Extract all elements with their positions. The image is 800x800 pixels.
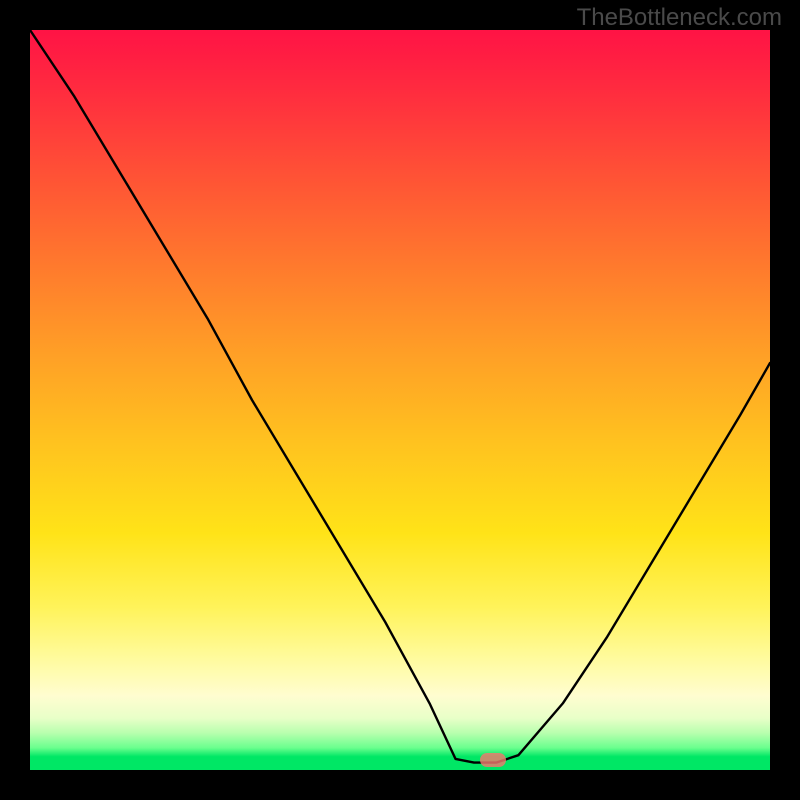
bottleneck-curve <box>30 30 770 770</box>
chart-container: TheBottleneck.com <box>0 0 800 800</box>
optimal-point-marker <box>480 753 506 767</box>
plot-area <box>30 30 770 770</box>
watermark-text: TheBottleneck.com <box>577 4 782 32</box>
